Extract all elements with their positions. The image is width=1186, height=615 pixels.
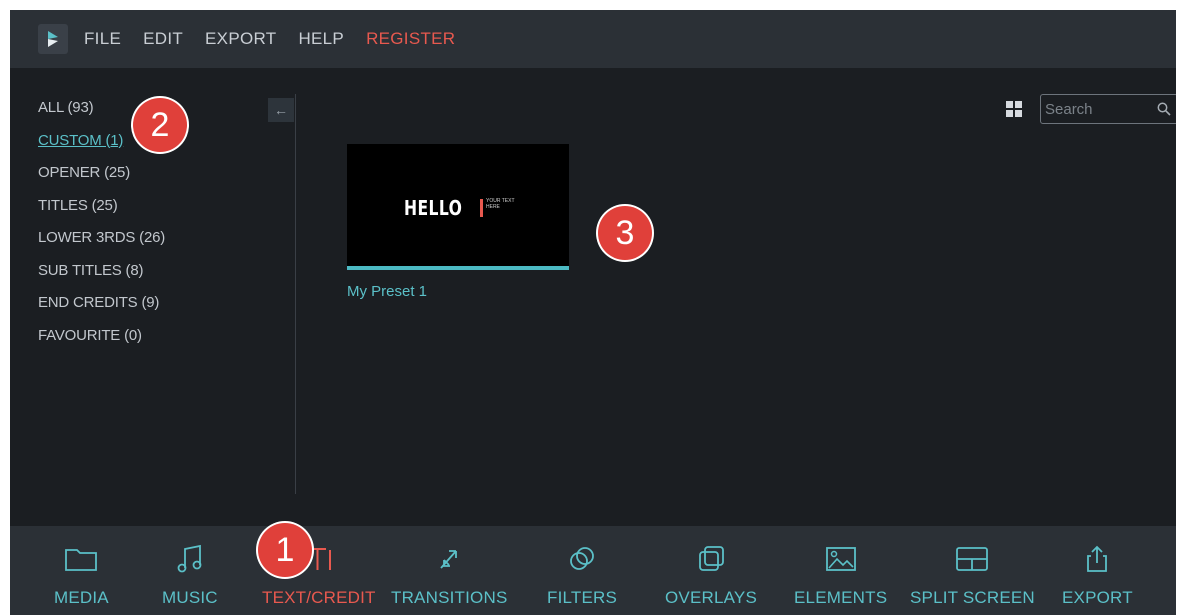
- menu-edit[interactable]: EDIT: [143, 29, 183, 49]
- bottom-toolbar: MEDIA MUSIC TEXT/CREDIT TRANSITIONS FILT…: [10, 526, 1176, 615]
- music-note-icon: [173, 542, 207, 576]
- tool-label: MEDIA: [54, 588, 109, 607]
- tool-label: EXPORT: [1062, 588, 1133, 607]
- tool-music[interactable]: MUSIC: [162, 526, 218, 615]
- transitions-icon: [432, 542, 466, 576]
- search-input[interactable]: [1045, 100, 1149, 118]
- app-window: FILE EDIT EXPORT HELP REGISTER ALL (93) …: [10, 10, 1176, 615]
- thumbnail-title-text: HELLO: [404, 196, 463, 220]
- annotation-badge-3: 3: [598, 206, 652, 260]
- tool-media[interactable]: MEDIA: [54, 526, 109, 615]
- tool-label: ELEMENTS: [794, 588, 888, 607]
- tool-transitions[interactable]: TRANSITIONS: [391, 526, 508, 615]
- export-icon: [1080, 542, 1114, 576]
- collapse-sidebar-button[interactable]: ←: [268, 98, 294, 122]
- category-opener[interactable]: OPENER (25): [38, 163, 165, 196]
- tool-split-screen[interactable]: SPLIT SCREEN: [910, 526, 1035, 615]
- tool-elements[interactable]: ELEMENTS: [794, 526, 887, 615]
- tool-label: MUSIC: [162, 588, 218, 607]
- search-icon[interactable]: [1157, 102, 1171, 116]
- arrow-left-icon: ←: [274, 102, 288, 118]
- preset-thumbnail[interactable]: HELLO YOUR TEXT HERE: [347, 144, 569, 270]
- tool-label: SPLIT SCREEN: [910, 588, 1035, 607]
- split-screen-icon: [955, 542, 989, 576]
- overlays-icon: [694, 542, 728, 576]
- tool-label: TEXT/CREDIT: [262, 588, 376, 607]
- menu-register[interactable]: REGISTER: [366, 29, 455, 49]
- tool-overlays[interactable]: OVERLAYS: [665, 526, 757, 615]
- search-box: [1040, 94, 1176, 124]
- tool-label: FILTERS: [547, 588, 618, 607]
- tool-filters[interactable]: FILTERS: [547, 526, 617, 615]
- grid-view-icon[interactable]: [1006, 101, 1022, 117]
- thumbnail-subtitle-text: YOUR TEXT HERE: [486, 198, 515, 210]
- preset-label[interactable]: My Preset 1: [347, 283, 569, 300]
- menu-bar: FILE EDIT EXPORT HELP REGISTER: [10, 10, 1176, 68]
- menu-file[interactable]: FILE: [84, 29, 121, 49]
- preset-content-area: HELLO YOUR TEXT HERE My Preset 1: [296, 68, 1176, 526]
- tool-label: TRANSITIONS: [391, 588, 508, 607]
- category-end-credits[interactable]: END CREDITS (9): [38, 293, 165, 326]
- category-titles[interactable]: TITLES (25): [38, 196, 165, 229]
- annotation-badge-1: 1: [258, 523, 312, 577]
- tool-label: OVERLAYS: [665, 588, 757, 607]
- app-logo-icon[interactable]: [38, 24, 68, 54]
- category-sub-titles[interactable]: SUB TITLES (8): [38, 261, 165, 294]
- folder-icon: [64, 542, 98, 576]
- filters-icon: [565, 542, 599, 576]
- menu-export[interactable]: EXPORT: [205, 29, 276, 49]
- thumbnail-accent-bar: [480, 199, 483, 217]
- elements-icon: [824, 542, 858, 576]
- category-favourite[interactable]: FAVOURITE (0): [38, 326, 165, 359]
- tool-export[interactable]: EXPORT: [1062, 526, 1133, 615]
- preset-card[interactable]: HELLO YOUR TEXT HERE My Preset 1: [347, 144, 569, 300]
- menu-help[interactable]: HELP: [298, 29, 344, 49]
- category-lower-3rds[interactable]: LOWER 3RDS (26): [38, 228, 165, 261]
- annotation-badge-2: 2: [133, 98, 187, 152]
